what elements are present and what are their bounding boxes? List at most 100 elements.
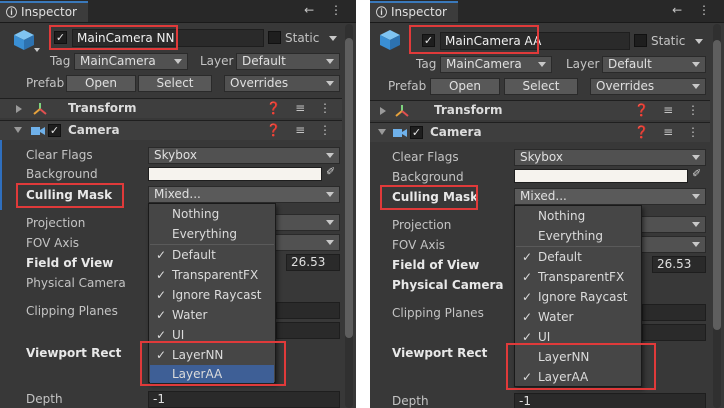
field-of-view-input[interactable]: 26.53 [652,256,706,273]
background-color-field[interactable] [148,167,322,181]
tab-inspector[interactable]: ⓘ Inspector [370,1,458,22]
popup-item-label: Everything [538,229,603,243]
vertical-scrollbar[interactable] [713,24,721,408]
static-label: Static [651,34,686,48]
projection-label: Projection [26,216,86,230]
chevron-down-icon [692,62,700,67]
field-of-view-input[interactable]: 26.53 [286,254,340,271]
popup-item-default[interactable]: ✓ Default [516,247,640,267]
check-icon: ✓ [156,268,167,282]
culling-mask-dropdown[interactable]: Mixed... [514,188,706,205]
camera-header[interactable]: ✓ Camera ❓ ≡ ⋮ [370,122,710,142]
scrollbar-thumb[interactable] [345,38,353,338]
eyedropper-icon[interactable]: ✐ [692,167,701,180]
component-header-icons[interactable]: ❓ ≡ ⋮ [634,103,704,117]
popup-item-nothing[interactable]: Nothing [516,206,640,226]
clipping-far-input[interactable] [642,324,706,341]
prefab-select-button[interactable]: Select [504,78,578,95]
vertical-scrollbar[interactable] [345,24,353,408]
transform-title: Transform [68,101,137,115]
camera-title: Camera [68,123,120,137]
culling-mask-value: Mixed... [520,189,567,203]
highlight-layer-items [506,343,656,390]
prefab-open-button[interactable]: Open [66,75,136,92]
tag-dropdown[interactable]: MainCamera [440,56,552,73]
static-dropdown-arrow[interactable] [329,36,337,41]
overrides-label: Overrides [596,79,655,93]
clear-flags-label: Clear Flags [392,150,459,164]
fov-axis-label: FOV Axis [392,238,446,252]
tab-bar: ⓘ Inspector ← ⋮ [370,0,724,23]
layer-value: Default [242,54,286,68]
popup-item-label: Ignore Raycast [538,290,628,304]
background-label: Background [26,167,98,181]
popup-item-default[interactable]: ✓ Default [150,245,274,265]
background-color-field[interactable] [514,169,688,183]
chevron-down-icon [326,192,334,197]
prefab-overrides-dropdown[interactable]: Overrides [224,75,340,92]
chevron-down-icon [326,59,334,64]
icon-dropdown-arrow[interactable] [34,48,40,52]
component-header-icons[interactable]: ❓ ≡ ⋮ [634,125,704,139]
chevron-down-icon [326,81,334,86]
scrollbar-thumb[interactable] [713,40,721,330]
static-checkbox[interactable] [268,31,281,44]
transform-header[interactable]: Transform ❓ ≡ ⋮ [0,98,342,118]
clipping-near-input[interactable] [276,302,340,319]
popup-item-everything[interactable]: Everything [150,224,274,244]
culling-mask-dropdown[interactable]: Mixed... [148,186,340,203]
tag-value: MainCamera [446,57,522,71]
chevron-down-icon [326,153,334,158]
tag-value: MainCamera [80,54,156,68]
clipping-near-input[interactable] [642,304,706,321]
prefab-overrides-dropdown[interactable]: Overrides [590,78,706,95]
popup-item-ignore-raycast[interactable]: ✓ Ignore Raycast [150,285,274,305]
camera-header[interactable]: ✓ Camera ❓ ≡ ⋮ [0,120,342,140]
culling-mask-value: Mixed... [154,187,201,201]
prefab-open-button[interactable]: Open [430,78,500,95]
chevron-down-icon [692,84,700,89]
depth-input[interactable]: -1 [514,393,706,408]
tab-inspector[interactable]: ⓘ Inspector [0,1,88,22]
layer-dropdown[interactable]: Default [602,56,706,73]
popup-item-everything[interactable]: Everything [516,226,640,246]
popup-item-water[interactable]: ✓ Water [150,305,274,325]
tab-menu-icons[interactable]: ← ⋮ [672,3,716,17]
highlight-object-name [49,25,178,50]
layer-dropdown[interactable]: Default [236,53,340,70]
popup-item-transparentfx[interactable]: ✓ TransparentFX [150,265,274,285]
depth-input[interactable]: -1 [148,391,340,408]
check-icon: ✓ [156,308,167,322]
camera-enabled-checkbox[interactable]: ✓ [48,124,61,137]
component-header-icons[interactable]: ❓ ≡ ⋮ [266,123,336,137]
static-checkbox[interactable] [634,34,647,47]
popup-item-label: Everything [172,227,237,241]
popup-item-transparentfx[interactable]: ✓ TransparentFX [516,267,640,287]
viewport-rect-label: Viewport Rect [26,346,122,360]
component-header-icons[interactable]: ❓ ≡ ⋮ [266,101,336,115]
clear-flags-dropdown[interactable]: Skybox [514,149,706,166]
layer-label: Layer [566,57,600,71]
chevron-down-icon [692,222,700,227]
clipping-far-input[interactable] [276,322,340,339]
popup-item-ignore-raycast[interactable]: ✓ Ignore Raycast [516,287,640,307]
tag-dropdown[interactable]: MainCamera [74,53,188,70]
check-icon: ✓ [522,250,533,264]
prefab-select-button[interactable]: Select [138,75,212,92]
static-label: Static [285,31,320,45]
eyedropper-icon[interactable]: ✐ [326,165,335,178]
camera-icon [393,129,407,137]
clear-flags-dropdown[interactable]: Skybox [148,147,340,164]
static-dropdown-arrow[interactable] [695,39,703,44]
highlight-culling-mask [380,185,478,210]
popup-item-nothing[interactable]: Nothing [150,204,274,224]
transform-header[interactable]: Transform ❓ ≡ ⋮ [370,100,710,120]
camera-enabled-checkbox[interactable]: ✓ [410,126,423,139]
tag-label: Tag [416,57,437,71]
popup-item-water[interactable]: ✓ Water [516,307,640,327]
chevron-down-icon [174,59,182,64]
tag-label: Tag [50,54,71,68]
tab-menu-icons[interactable]: ← ⋮ [304,3,348,17]
foldout-expanded-icon [14,127,22,133]
field-of-view-label: Field of View [26,256,114,270]
